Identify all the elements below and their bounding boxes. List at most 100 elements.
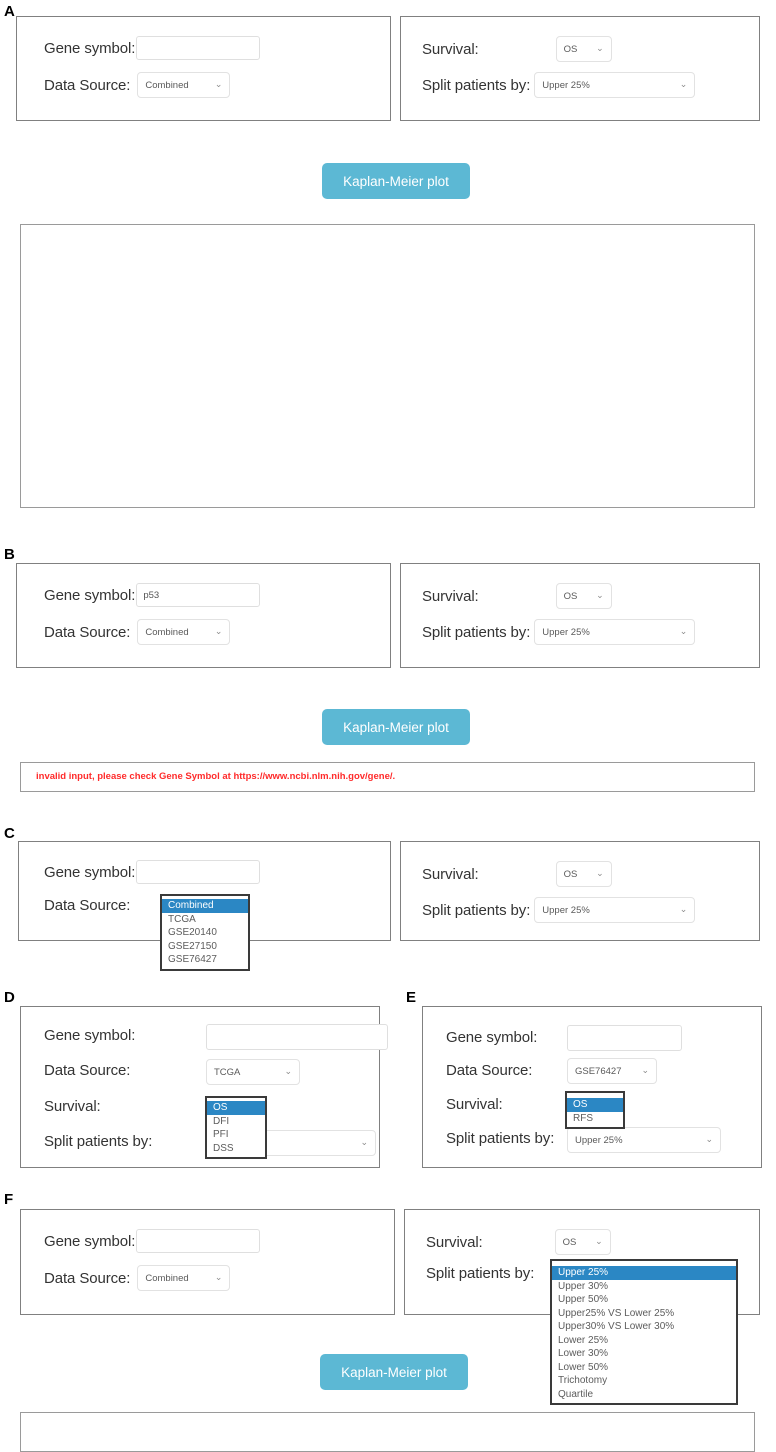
dropdown-option[interactable]: GSE76427: [162, 953, 248, 967]
survival-select[interactable]: OS ⌄: [554, 1229, 611, 1255]
dropdown-option[interactable]: Upper 30%: [552, 1280, 736, 1294]
panel-e-split-row: Split patients by:: [446, 1130, 554, 1147]
panel-letter-c: C: [4, 825, 15, 842]
data-source-value: Combined: [145, 1272, 189, 1284]
chevron-down-icon: ⌄: [679, 78, 688, 89]
data-source-select[interactable]: Combined ⌄: [137, 72, 231, 98]
dropdown-option[interactable]: DSS: [207, 1142, 265, 1156]
chevron-down-icon: ⌄: [596, 589, 604, 600]
panel-e-gene-symbol-row: Gene symbol:: [446, 1029, 537, 1046]
survival-select[interactable]: OS ⌄: [555, 36, 612, 62]
dropdown-option[interactable]: RFS: [567, 1112, 623, 1126]
split-patients-by-label: Split patients by:: [426, 1265, 535, 1282]
dropdown-option[interactable]: Combined: [162, 899, 248, 913]
survival-label: Survival:: [426, 1233, 483, 1251]
dropdown-option[interactable]: OS: [567, 1098, 623, 1112]
split-patients-by-label: Split patients by:: [422, 623, 531, 641]
dropdown-option[interactable]: TCGA: [162, 913, 248, 927]
dropdown-option[interactable]: Upper 50%: [552, 1293, 736, 1307]
data-source-label: Data Source:: [44, 76, 131, 94]
dropdown-option[interactable]: DFI: [207, 1115, 265, 1129]
panel-a-right-card: [400, 16, 760, 121]
dropdown-option[interactable]: GSE20140: [162, 926, 248, 940]
panel-b-left-card: [16, 563, 391, 668]
split-patients-by-dropdown-list[interactable]: Upper 25% Upper 30% Upper 50% Upper25% V…: [550, 1259, 738, 1405]
chevron-down-icon: ⌄: [596, 42, 604, 53]
survival-select[interactable]: OS ⌄: [555, 861, 612, 887]
dropdown-option[interactable]: Lower 30%: [552, 1347, 736, 1361]
dropdown-option[interactable]: OS: [207, 1101, 265, 1115]
gene-symbol-input[interactable]: [567, 1025, 682, 1051]
dropdown-option[interactable]: Upper 25%: [552, 1266, 736, 1280]
gene-symbol-label: Gene symbol:: [44, 586, 136, 604]
chevron-down-icon: ⌄: [284, 1065, 292, 1076]
gene-symbol-label: Gene symbol:: [44, 1027, 136, 1044]
data-source-value: TCGA: [214, 1066, 241, 1078]
panel-c-split-row: Split patients by: Upper 25% ⌄: [422, 897, 696, 923]
split-patients-by-value: Upper 25%: [542, 626, 590, 638]
panel-a-left-card: [16, 16, 391, 121]
data-source-select[interactable]: Combined ⌄: [137, 1265, 231, 1291]
chevron-down-icon: ⌄: [679, 903, 688, 914]
gene-symbol-input[interactable]: [136, 1229, 261, 1253]
panel-a-data-source-row: Data Source: Combined ⌄: [44, 72, 231, 98]
split-patients-by-select[interactable]: Upper 25% ⌄: [534, 72, 696, 98]
data-source-select[interactable]: TCGA ⌄: [206, 1059, 300, 1085]
chevron-down-icon: ⌄: [679, 625, 688, 636]
split-patients-by-label: Split patients by:: [422, 76, 531, 94]
panel-a-gene-symbol-row: Gene symbol:: [44, 36, 261, 60]
dropdown-option[interactable]: Lower 50%: [552, 1361, 736, 1375]
panel-d-split-row: Split patients by:: [44, 1133, 152, 1150]
survival-value: OS: [563, 590, 578, 602]
dropdown-option[interactable]: Lower 25%: [552, 1334, 736, 1348]
chevron-down-icon: ⌄: [596, 867, 604, 878]
dropdown-option[interactable]: Trichotomy: [552, 1374, 736, 1388]
dropdown-option[interactable]: Upper25% VS Lower 25%: [552, 1307, 736, 1321]
kaplan-meier-plot-button-f[interactable]: Kaplan-Meier plot: [320, 1354, 468, 1390]
gene-symbol-input[interactable]: [136, 583, 261, 607]
panel-a-survival-row: Survival: OS ⌄: [422, 36, 612, 62]
chevron-down-icon: ⌄: [214, 1271, 223, 1282]
split-patients-by-value: Upper 25%: [575, 1134, 623, 1146]
kaplan-meier-plot-button-a[interactable]: Kaplan-Meier plot: [322, 163, 470, 199]
gene-symbol-label: Gene symbol:: [44, 863, 136, 881]
data-source-select[interactable]: Combined ⌄: [137, 619, 231, 645]
survival-value: OS: [563, 43, 578, 55]
panel-a-split-row: Split patients by: Upper 25% ⌄: [422, 72, 696, 98]
data-source-select[interactable]: GSE76427 ⌄: [567, 1058, 657, 1084]
data-source-label: Data Source:: [44, 1269, 131, 1287]
panel-e-survival-row: Survival:: [446, 1096, 503, 1113]
survival-label: Survival:: [422, 865, 479, 883]
gene-symbol-input[interactable]: [136, 36, 261, 60]
panel-c-right-card: [400, 841, 760, 941]
split-patients-by-select[interactable]: Upper 25% ⌄: [534, 619, 696, 645]
gene-symbol-input[interactable]: [136, 860, 261, 884]
survival-dropdown-list[interactable]: OS RFS: [565, 1091, 625, 1129]
gene-symbol-input[interactable]: [206, 1024, 388, 1050]
split-patients-by-select[interactable]: Upper 25% ⌄: [567, 1127, 721, 1153]
dropdown-option[interactable]: GSE27150: [162, 940, 248, 954]
gene-symbol-label: Gene symbol:: [446, 1029, 538, 1046]
panel-f-survival-row: Survival: OS ⌄: [426, 1229, 611, 1255]
dropdown-option[interactable]: Upper30% VS Lower 30%: [552, 1320, 736, 1334]
dropdown-option[interactable]: PFI: [207, 1128, 265, 1142]
split-patients-by-value: Upper 25%: [542, 79, 590, 91]
panel-f-split-row: Split patients by:: [426, 1265, 534, 1282]
panel-b-gene-symbol-row: Gene symbol:: [44, 583, 261, 607]
panel-letter-d: D: [4, 989, 15, 1006]
panel-d-data-source-row: Data Source:: [44, 1062, 130, 1079]
split-patients-by-select[interactable]: Upper 25% ⌄: [534, 897, 696, 923]
survival-value: OS: [562, 1236, 577, 1248]
survival-select[interactable]: OS ⌄: [555, 583, 612, 609]
panel-letter-b: B: [4, 546, 15, 563]
chevron-down-icon: ⌄: [214, 78, 223, 89]
data-source-label: Data Source:: [44, 897, 131, 914]
split-patients-by-value: Upper 25%: [542, 904, 590, 916]
data-source-dropdown-list[interactable]: Combined TCGA GSE20140 GSE27150 GSE76427: [160, 894, 250, 971]
kaplan-meier-plot-button-b[interactable]: Kaplan-Meier plot: [322, 709, 470, 745]
survival-label: Survival:: [446, 1096, 503, 1113]
panel-c-survival-row: Survival: OS ⌄: [422, 861, 612, 887]
dropdown-option[interactable]: Quartile: [552, 1388, 736, 1402]
data-source-value: Combined: [145, 79, 189, 91]
survival-dropdown-list[interactable]: OS DFI PFI DSS: [205, 1096, 267, 1159]
